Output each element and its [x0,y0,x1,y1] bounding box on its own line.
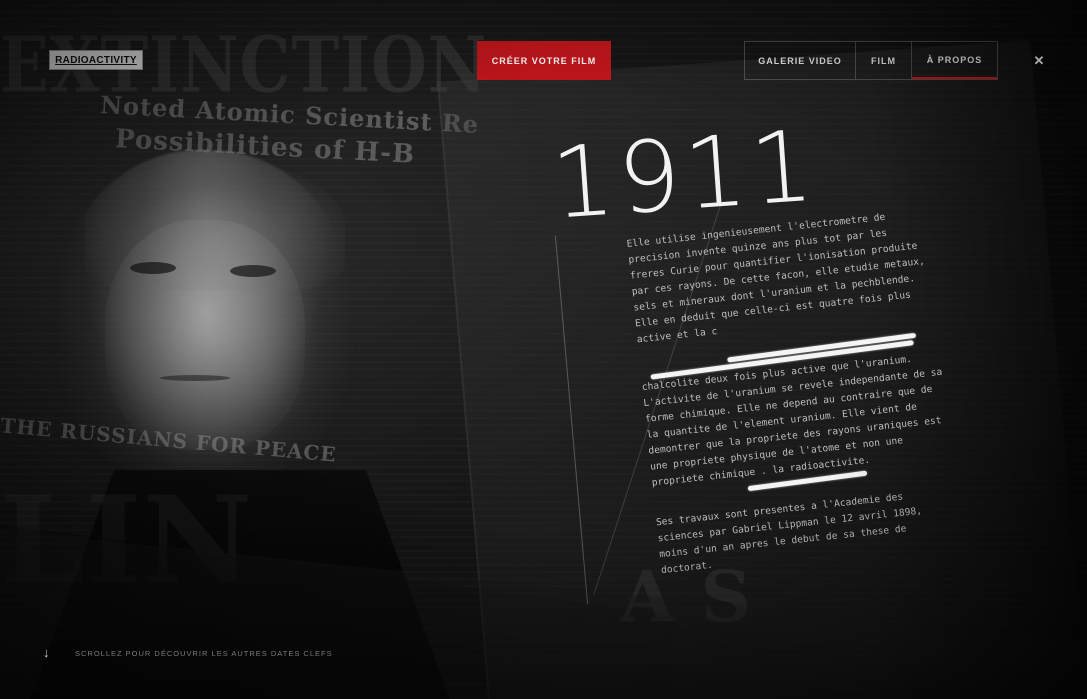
create-film-button[interactable]: CRÉER VOTRE FILM [477,41,611,80]
paragraph: Ses travaux sont presentes a l'Academie … [655,485,950,579]
nav-galerie-video[interactable]: GALERIE VIDEO [745,42,856,79]
nav-a-propos[interactable]: À PROPOS [912,42,997,79]
arrow-down-icon[interactable]: ↓ [43,645,50,660]
close-icon[interactable]: ✕ [1030,52,1048,70]
page: EXTINCTION Noted Atomic Scientist Re Pos… [0,0,1087,699]
portrait-mouth [160,375,230,381]
logo[interactable]: RADIOACTIVITY [49,50,143,70]
portrait-face [105,220,305,450]
main-nav: GALERIE VIDEO FILM À PROPOS [744,41,998,80]
article-text: Elle utilise ingenieusement l'electromet… [626,207,952,595]
portrait-eye [230,265,276,277]
scroll-hint: SCROLLEZ POUR DÉCOUVRIR LES AUTRES DATES… [75,649,333,658]
nav-film[interactable]: FILM [856,42,912,79]
portrait-eye [130,262,176,274]
